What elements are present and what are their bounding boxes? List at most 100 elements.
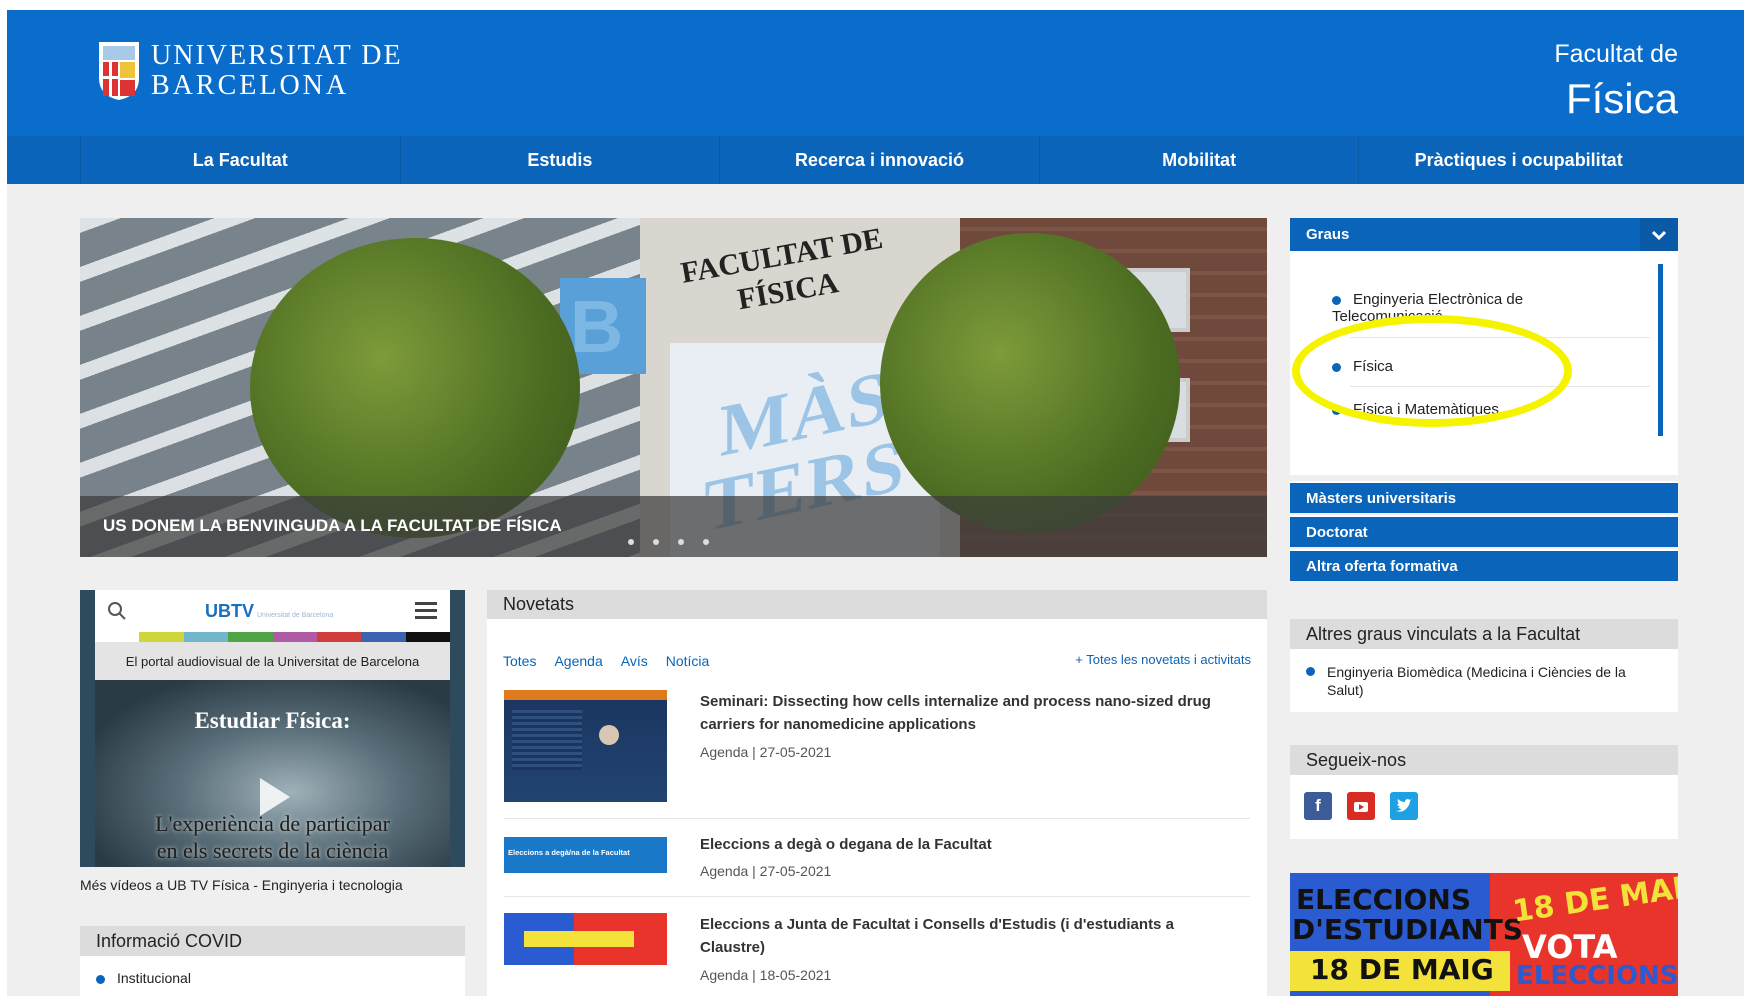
degrees-panel: Graus Enginyeria Electrònica de Telecomu… xyxy=(1290,218,1678,584)
other-degree-item[interactable]: Enginyeria Biomèdica (Medicina i Cièncie… xyxy=(1306,663,1661,699)
banner-line1: ELECCIONS xyxy=(1296,883,1472,916)
news-meta: Agenda | 27-05-2021 xyxy=(700,863,832,879)
site-header: UNIVERSITAT DE BARCELONA Facultat de Fís… xyxy=(7,10,1744,136)
nav-item-practiques[interactable]: Pràctiques i ocupabilitat xyxy=(1358,136,1678,184)
bullet-icon xyxy=(1332,362,1341,372)
all-news-link[interactable]: + Totes les novetats i activitats xyxy=(1075,652,1251,667)
logo-line1: UNIVERSITAT DE xyxy=(151,40,403,71)
news-meta: Agenda | 27-05-2021 xyxy=(700,744,832,760)
news-item[interactable]: Eleccions a Junta de Facultat i Consells… xyxy=(504,913,1250,993)
news-thumbnail-text: Eleccions a degà/na de la Facultat xyxy=(508,848,630,857)
carousel-dot[interactable] xyxy=(703,539,709,545)
news-thumbnail[interactable] xyxy=(504,913,667,965)
faculty-title-line1: Facultat de xyxy=(1554,40,1678,68)
filter-agenda[interactable]: Agenda xyxy=(554,653,602,669)
divider xyxy=(1350,337,1650,338)
menu-icon[interactable] xyxy=(415,601,437,621)
hero-caption-bar: US DONEM LA BENVINGUDA A LA FACULTAT DE … xyxy=(80,496,1267,557)
news-item[interactable]: Eleccions a degà/na de la Facultat Elecc… xyxy=(504,833,1250,883)
banner-line2: D'ESTUDIANTS xyxy=(1292,913,1523,946)
covid-item[interactable]: Institucional xyxy=(96,970,191,986)
news-filters: Totes Agenda Avís Notícia xyxy=(503,653,709,669)
nav-item-la-facultat[interactable]: La Facultat xyxy=(80,136,400,184)
other-degrees-header: Altres graus vinculats a la Facultat xyxy=(1290,619,1678,649)
other-degrees-list: Enginyeria Biomèdica (Medicina i Cièncie… xyxy=(1290,649,1678,712)
degrees-list: Enginyeria Electrònica de Telecomunicaci… xyxy=(1290,251,1678,475)
nav-item-recerca[interactable]: Recerca i innovació xyxy=(719,136,1039,184)
page: UNIVERSITAT DE BARCELONA Facultat de Fís… xyxy=(0,0,1744,996)
bullet-icon xyxy=(1306,667,1315,676)
search-icon[interactable] xyxy=(107,601,127,621)
faculty-title[interactable]: Facultat de Física xyxy=(1554,40,1678,123)
news-header: Novetats xyxy=(487,590,1267,619)
video-subtitle-line1: L'experiència de participar xyxy=(155,811,390,836)
ubtv-tagline: El portal audiovisual de la Universitat … xyxy=(95,642,450,680)
video-title: Estudiar Física: xyxy=(194,708,351,733)
left-gutter xyxy=(0,0,7,996)
video-subtitle: L'experiència de participar en els secre… xyxy=(95,810,450,864)
twitter-icon[interactable] xyxy=(1390,792,1418,820)
doctorat-link[interactable]: Doctorat xyxy=(1290,515,1678,547)
news-thumbnail[interactable] xyxy=(504,690,667,802)
filter-avis[interactable]: Avís xyxy=(621,653,648,669)
divider xyxy=(504,896,1250,897)
filter-totes[interactable]: Totes xyxy=(503,653,536,669)
divider xyxy=(1350,386,1650,387)
news-title[interactable]: Eleccions a Junta de Facultat i Consells… xyxy=(700,913,1240,959)
carousel-dots xyxy=(628,539,709,545)
shield-icon xyxy=(99,42,139,100)
banner-line5: ELECCIONS xyxy=(1516,961,1678,991)
main-nav: La Facultat Estudis Recerca i innovació … xyxy=(7,136,1744,184)
divider xyxy=(504,818,1250,819)
faculty-title-line2: Física xyxy=(1565,75,1678,122)
altra-oferta-link[interactable]: Altra oferta formativa xyxy=(1290,549,1678,581)
nav-item-mobilitat[interactable]: Mobilitat xyxy=(1038,136,1359,184)
news-thumbnail[interactable]: Eleccions a degà/na de la Facultat xyxy=(504,837,667,873)
elections-banner[interactable]: ELECCIONS D'ESTUDIANTS 18 DE MAIG 18 DE … xyxy=(1290,873,1678,996)
carousel-dot[interactable] xyxy=(653,539,659,545)
scrollbar[interactable] xyxy=(1658,264,1663,436)
logo-line2: BARCELONA xyxy=(151,70,350,101)
chevron-down-icon[interactable] xyxy=(1640,218,1678,251)
covid-header: Informació COVID xyxy=(80,926,465,956)
degree-item[interactable]: Enginyeria Electrònica de Telecomunicaci… xyxy=(1332,291,1592,325)
facebook-icon[interactable]: f xyxy=(1304,792,1332,820)
bullet-icon xyxy=(1332,295,1341,305)
degree-item-label: Enginyeria Electrònica de Telecomunicaci… xyxy=(1332,291,1524,325)
banner-line3: 18 DE MAIG xyxy=(1310,953,1494,986)
tree-image xyxy=(880,233,1180,533)
degree-item-label: Física i Matemàtiques xyxy=(1353,401,1499,418)
follow-header: Segueix-nos xyxy=(1290,745,1678,775)
masters-link[interactable]: Màsters universitaris xyxy=(1290,481,1678,513)
university-logo[interactable]: UNIVERSITAT DE BARCELONA xyxy=(97,40,403,102)
ubtv-logo-small: Universitat de Barcelona xyxy=(257,612,334,619)
news-title[interactable]: Seminari: Dissecting how cells internali… xyxy=(700,690,1240,736)
hero-caption[interactable]: US DONEM LA BENVINGUDA A LA FACULTAT DE … xyxy=(103,516,562,536)
top-gutter xyxy=(0,0,1744,10)
carousel-dot[interactable] xyxy=(678,539,684,545)
ubtv-topbar: UBTV Universitat de Barcelona xyxy=(95,590,450,632)
carousel-dot[interactable] xyxy=(628,539,634,545)
degree-item-label: Física xyxy=(1353,358,1394,375)
other-degree-label: Enginyeria Biomèdica (Medicina i Cièncie… xyxy=(1327,664,1626,698)
social-links: f xyxy=(1290,775,1678,839)
ubtv-logo[interactable]: UBTV Universitat de Barcelona xyxy=(205,601,333,622)
more-videos-link[interactable]: Més vídeos a UB TV Física - Enginyeria i… xyxy=(80,877,403,893)
youtube-icon[interactable] xyxy=(1347,792,1375,820)
filter-noticia[interactable]: Notícia xyxy=(666,653,710,669)
degrees-header-label: Graus xyxy=(1306,226,1350,243)
news-panel: Novetats Totes Agenda Avís Notícia + Tot… xyxy=(487,590,1267,996)
degree-item[interactable]: Física i Matemàtiques xyxy=(1332,401,1499,418)
logo-text: UNIVERSITAT DE BARCELONA xyxy=(151,42,403,100)
ubtv-logo-text: UBTV xyxy=(205,601,254,621)
nav-item-estudis[interactable]: Estudis xyxy=(399,136,720,184)
covid-list: Institucional xyxy=(80,956,465,996)
bullet-icon xyxy=(96,974,105,984)
tree-image xyxy=(250,238,580,538)
news-title[interactable]: Eleccions a degà o degana de la Facultat xyxy=(700,833,1240,856)
ubtv-widget: UBTV Universitat de Barcelona El portal a… xyxy=(80,590,465,867)
degrees-header[interactable]: Graus xyxy=(1290,218,1678,251)
news-item[interactable]: Seminari: Dissecting how cells internali… xyxy=(504,690,1250,805)
hero-carousel[interactable]: B FACULTAT DE FÍSICA MÀS TERS US DONEM L… xyxy=(80,218,1267,557)
degree-item[interactable]: Física xyxy=(1332,358,1393,375)
